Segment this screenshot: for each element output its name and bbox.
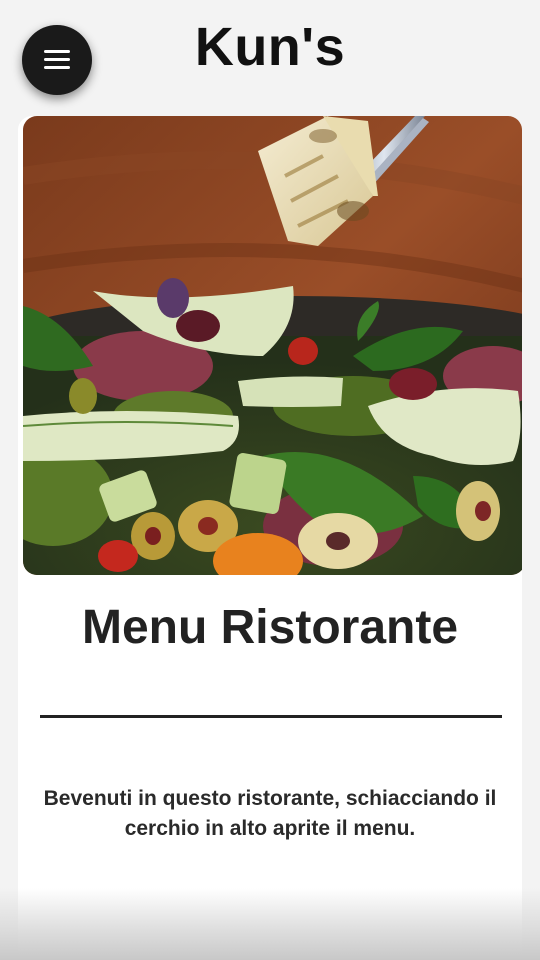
- hero-food-image: [23, 116, 522, 575]
- bottom-gradient: [0, 888, 540, 960]
- card-title: Menu Ristorante: [81, 601, 459, 654]
- app-page: Kun's Menu Ristorante Bevenuti in questo…: [0, 0, 540, 960]
- welcome-description: Bevenuti in questo ristorante, schiaccia…: [43, 787, 497, 840]
- intro-card: Menu Ristorante Bevenuti in questo risto…: [18, 116, 522, 960]
- site-title: Kun's: [194, 17, 346, 77]
- title-divider: [40, 715, 502, 718]
